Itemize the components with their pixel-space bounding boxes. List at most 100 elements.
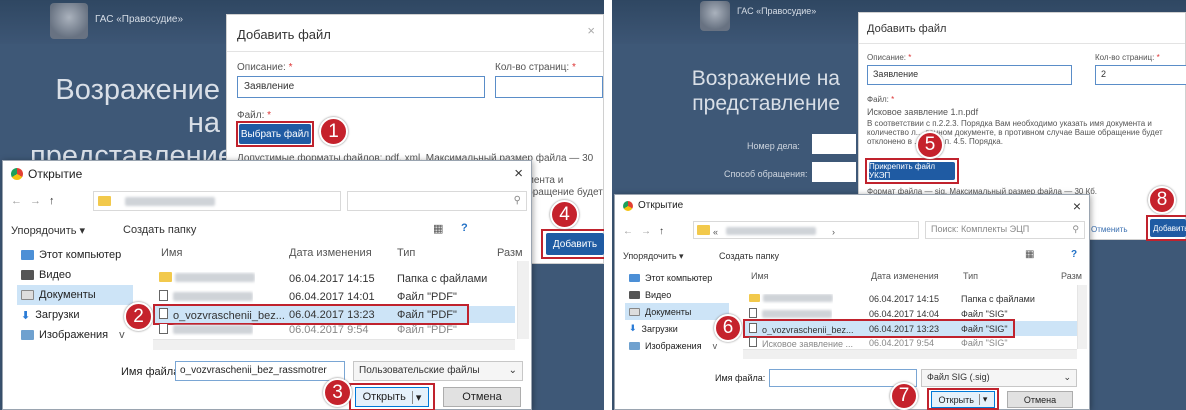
pages-input[interactable] (495, 76, 603, 98)
up-icon[interactable]: ↑ (49, 195, 55, 207)
step-badge: 6 (714, 314, 742, 342)
method-label: Способ обращения: (724, 169, 808, 179)
blurred-path (726, 227, 817, 235)
file-row[interactable]: 06.04.2017 14:15 Папка с файлами (743, 291, 1077, 306)
sidebar-item-documents[interactable]: Документы (17, 285, 133, 305)
vertical-scrollbar[interactable] (517, 261, 529, 339)
sidebar-item-video[interactable]: Видео (17, 265, 133, 285)
sidebar-item-documents[interactable]: Документы (625, 303, 729, 320)
search-input[interactable]: Поиск: Комплекты ЭЦП ⚲ (925, 221, 1085, 239)
org-name: ГАС «Правосудие» (737, 6, 817, 16)
organize-button[interactable]: Упорядочить ▾ (623, 251, 684, 262)
description-label: Описание: * (237, 62, 293, 73)
column-date[interactable]: Дата изменения (289, 247, 372, 259)
column-size[interactable]: Разм (1061, 271, 1082, 281)
step-badge: 1 (319, 117, 348, 146)
new-folder-button[interactable]: Создать папку (719, 251, 779, 261)
filename-input[interactable]: o_vozvraschenii_bez_rassmotrer (175, 361, 345, 381)
column-type[interactable]: Тип (397, 247, 415, 259)
sidebar-item-computer[interactable]: Этот компьютер (17, 245, 133, 265)
open-file-dialog: Открытие × ← → ↑ «› Поиск: Комплекты ЭЦП ⚲ … (614, 194, 1090, 410)
sidebar-item-pictures[interactable]: Изображения v (625, 337, 729, 354)
sidebar-item-computer[interactable]: Этот компьютер (625, 269, 729, 286)
back-icon[interactable]: ← (623, 226, 633, 237)
dialog-title: Добавить файл (237, 27, 331, 42)
blurred-name (173, 291, 253, 301)
close-icon[interactable]: × (587, 23, 595, 38)
step-badge: 2 (124, 302, 153, 331)
chevron-down-icon: ⌄ (508, 365, 517, 376)
sidebar-item-downloads[interactable]: ⬇ Загрузки (17, 305, 133, 325)
address-bar[interactable]: «› (693, 221, 919, 239)
description-label: Описание: * (867, 53, 912, 62)
highlight-box (865, 158, 959, 184)
pages-input[interactable]: 2 (1095, 65, 1186, 85)
new-folder-button[interactable]: Создать папку (123, 224, 196, 236)
file-row[interactable]: 06.04.2017 14:01 Файл "PDF" (153, 288, 515, 305)
cancel-button[interactable]: Отмена (443, 387, 521, 407)
sig-file-icon (749, 337, 757, 347)
pdf-file-icon (159, 289, 168, 301)
up-icon[interactable]: ↑ (659, 226, 664, 237)
back-icon[interactable]: ← (11, 195, 22, 207)
pictures-icon (21, 330, 34, 340)
column-name[interactable]: Имя (751, 271, 769, 281)
description-input[interactable]: Заявление (237, 76, 485, 98)
vertical-scrollbar[interactable] (1077, 285, 1087, 349)
forward-icon[interactable]: → (641, 226, 651, 237)
chevron-down-icon: ⌄ (1063, 372, 1071, 382)
close-icon[interactable]: × (1073, 198, 1081, 214)
step-badge: 3 (323, 378, 352, 407)
column-type[interactable]: Тип (963, 271, 978, 281)
cancel-link[interactable]: Отменить (1091, 225, 1128, 234)
cancel-button[interactable]: Отмена (1007, 391, 1073, 408)
emblem-icon (50, 3, 88, 39)
folder-icon (749, 293, 760, 302)
method-select[interactable] (812, 162, 856, 182)
column-name[interactable]: Имя (161, 247, 182, 259)
address-bar[interactable] (93, 191, 341, 211)
file-label: Файл: * (237, 110, 272, 121)
highlight-box (743, 319, 1015, 338)
case-number-input[interactable] (812, 134, 856, 154)
horizontal-scrollbar[interactable] (743, 349, 1077, 359)
filename-label: Имя файла: (715, 373, 766, 383)
file-row[interactable]: 06.04.2017 14:15 Папка с файлами (153, 270, 515, 287)
filetype-select[interactable]: Пользовательские файлы ⌄ (353, 361, 523, 381)
blurred-name (762, 293, 833, 302)
sig-file-icon (749, 307, 757, 318)
download-icon: ⬇ (629, 323, 637, 333)
case-number-label: Номер дела: (747, 141, 800, 151)
horizontal-scrollbar[interactable] (153, 339, 515, 350)
help-icon[interactable]: ? (1071, 249, 1077, 260)
sidebar-item-video[interactable]: Видео (625, 286, 729, 303)
highlight-box (541, 229, 604, 259)
filetype-select[interactable]: Файл SIG (.sig) ⌄ (921, 369, 1077, 387)
left-panel: ГАС «Правосудие» Возражение на представл… (0, 0, 604, 410)
close-icon[interactable]: × (514, 165, 523, 182)
folder-icon (98, 196, 111, 206)
folder-icon (697, 225, 710, 235)
view-icon[interactable]: ▦ (433, 222, 443, 235)
search-icon: ⚲ (1072, 224, 1079, 234)
filename-label: Имя файла: (121, 366, 183, 378)
file-row[interactable]: 06.04.2017 9:54 Файл "PDF" (153, 324, 515, 336)
chevron-down-icon: v (712, 340, 718, 351)
column-date[interactable]: Дата изменения (871, 271, 939, 281)
help-icon[interactable]: ? (461, 222, 468, 234)
highlight-box (236, 121, 314, 147)
sidebar-item-pictures[interactable]: Изображения v (17, 325, 133, 345)
chevron-down-icon: v (119, 329, 125, 341)
file-row[interactable]: Исковое заявление ... 06.04.2017 9:54 Фа… (743, 337, 1077, 348)
highlight-box (1146, 215, 1186, 241)
column-size[interactable]: Разм (497, 247, 523, 259)
highlight-box (153, 304, 469, 325)
org-name: ГАС «Правосудие» (95, 14, 184, 25)
file-label: Файл: * (867, 95, 895, 104)
organize-button[interactable]: Упорядочить ▾ (11, 224, 85, 237)
description-input[interactable]: Заявление (867, 65, 1072, 85)
view-icon[interactable]: ▦ (1025, 249, 1034, 260)
search-input[interactable]: ⚲ (347, 191, 527, 211)
pictures-icon (629, 341, 640, 350)
forward-icon[interactable]: → (30, 195, 41, 207)
